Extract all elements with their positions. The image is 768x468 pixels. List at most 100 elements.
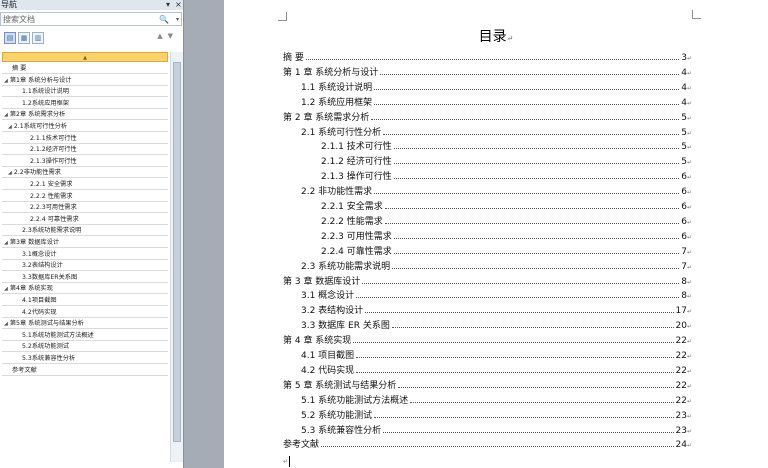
toc-entry-label: 3.1 概念设计 <box>301 291 355 302</box>
nav-heading-item[interactable]: 5.2系统功能测试 <box>2 342 168 353</box>
nav-heading-label: 第1章 系统分析与设计 <box>9 76 72 84</box>
expand-triangle-icon[interactable]: ◢ <box>4 112 8 118</box>
down-arrow-icon[interactable]: ▼ <box>168 32 178 40</box>
nav-heading-item[interactable]: 2.3系统功能需求说明 <box>2 226 168 237</box>
toc-leader-dots <box>391 327 674 329</box>
paragraph-mark: ↵ <box>686 99 692 107</box>
toc-leader-dots <box>365 312 674 314</box>
nav-heading-item[interactable]: ◢ 第5章 系统测试与结果分析 <box>2 319 168 330</box>
toc-entry[interactable]: 5.2 系统功能测试 23 ↵ <box>283 410 692 423</box>
chevron-down-icon[interactable]: ▾ <box>166 0 170 10</box>
nav-heading-item[interactable]: 1.1系统设计说明 <box>2 87 168 98</box>
tab-results-icon[interactable]: ▥ <box>32 32 44 44</box>
tab-headings-icon[interactable]: ▤ <box>4 32 16 44</box>
expand-triangle-icon[interactable]: ◢ <box>4 286 8 292</box>
toc-entry-label: 2.2 非功能性需求 <box>301 187 373 198</box>
close-icon[interactable]: × <box>175 0 182 10</box>
nav-heading-item[interactable]: ◢ 2.1系统可行性分析 <box>2 122 168 132</box>
toc-entry[interactable]: 4.1 项目截图 22 ↵ <box>283 350 692 363</box>
nav-heading-item[interactable]: 2.2.3可用性需求 <box>2 203 168 214</box>
toc-entry[interactable]: 3.3 数据库 ER 关系图 20 ↵ <box>283 320 692 333</box>
tab-pages-icon[interactable]: ▦ <box>18 32 30 44</box>
nav-heading-label: 参考文献 <box>12 366 37 374</box>
expand-triangle-icon[interactable]: ◢ <box>4 240 8 246</box>
expand-triangle-icon[interactable]: ◢ <box>8 170 12 176</box>
nav-heading-item[interactable]: 1.2系统应用框架 <box>2 99 168 109</box>
nav-heading-item[interactable]: 2.1.3操作可行性 <box>2 157 168 167</box>
toc-leader-dots <box>371 118 680 120</box>
toc-entry[interactable]: 2.2.3 可用性需求 6 ↵ <box>283 231 692 244</box>
toc-entry[interactable]: 2.2.4 可靠性需求 7 ↵ <box>283 246 692 259</box>
toc-page-number: 6 <box>681 172 687 183</box>
nav-heading-item[interactable]: 2.2.4 可靠性需求 <box>2 215 168 225</box>
toc-entry[interactable]: 2.2 非功能性需求 6 ↵ <box>283 186 692 199</box>
toc-entry[interactable]: 3.1 概念设计 8 ↵ <box>283 290 692 303</box>
toc-entry[interactable]: 第 2 章 系统需求分析 5 ↵ <box>283 112 692 125</box>
toc-entry[interactable]: 2.1.2 经济可行性 5 ↵ <box>283 156 692 169</box>
search-dropdown-icon[interactable]: ▾ <box>176 14 179 25</box>
nav-heading-item[interactable]: ◢ 2.2非功能性需求 <box>2 168 168 179</box>
toc-leader-dots <box>356 357 674 358</box>
nav-heading-item[interactable]: 2.1.2经济可行性 <box>2 145 168 156</box>
selected-heading-bar[interactable]: ▲ <box>2 52 168 62</box>
toc-entry-label: 3.3 数据库 ER 关系图 <box>301 321 390 332</box>
toc-entry[interactable]: 2.1.3 操作可行性 6 ↵ <box>283 171 692 184</box>
toc-entry[interactable]: 3.2 表结构设计 17 ↵ <box>283 305 692 318</box>
toc-page-number: 22 <box>675 395 687 406</box>
paragraph-mark: ↵ <box>686 278 692 286</box>
toc-entry-label: 4.1 项目截图 <box>301 351 355 361</box>
toc-entry[interactable]: 1.2 系统应用框架 4 ↵ <box>283 97 692 110</box>
toc-entry-label: 2.1.2 经济可行性 <box>321 157 392 168</box>
toc-entry[interactable]: 5.3 系统兼容性分析 23 ↵ <box>283 425 692 438</box>
toc-entry[interactable]: 2.1.1 技术可行性 5 ↵ <box>283 141 692 154</box>
paragraph-mark: ↵ <box>686 442 692 450</box>
nav-heading-item[interactable]: 3.1概念设计 <box>2 250 168 260</box>
toc-leader-dots <box>410 401 674 403</box>
nav-heading-item[interactable]: 摘 要 <box>2 64 168 74</box>
scroll-thumb[interactable] <box>173 62 181 442</box>
nav-heading-item[interactable]: 3.2表结构设计 <box>2 261 168 272</box>
collapse-icon[interactable]: ▲ <box>3 53 167 63</box>
search-input[interactable]: 搜索文档 🔍 ▾ <box>0 12 182 26</box>
nav-heading-item[interactable]: ◢ 第4章 系统实现 <box>2 284 168 295</box>
toc-entry[interactable]: 1.1 系统设计说明 4 ↵ <box>283 82 692 95</box>
paragraph-mark: ↵ <box>686 218 692 226</box>
toc-entry[interactable]: 第 4 章 系统实现 22 ↵ <box>283 335 692 348</box>
toc-page-number: 5 <box>681 157 687 168</box>
nav-heading-item[interactable]: 2.2.1 安全需求 <box>2 180 168 190</box>
nav-heading-item[interactable]: 4.1项目截图 <box>2 296 168 306</box>
toc-entry[interactable]: 5.1 系统功能测试方法概述 22 ↵ <box>283 395 692 408</box>
nav-heading-item[interactable]: ◢ 第3章 数据库设计 <box>2 238 168 248</box>
nav-heading-item[interactable]: 3.3数据库ER关系图 <box>2 273 168 283</box>
toc-entry[interactable]: 第 5 章 系统测试与结果分析 22 ↵ <box>283 380 692 393</box>
toc-entry-label: 第 5 章 系统测试与结果分析 <box>283 380 397 391</box>
toc-entry[interactable]: 2.3 系统功能需求说明 7 ↵ <box>283 261 692 274</box>
toc-entry-label: 2.1.3 操作可行性 <box>321 172 392 183</box>
nav-heading-item[interactable]: 2.1.1技术可行性 <box>2 134 168 144</box>
toc-entry[interactable]: 4.2 代码实现 22 ↵ <box>283 365 692 378</box>
toc-entry[interactable]: 参考文献 24 ↵ <box>283 439 692 452</box>
nav-heading-item[interactable]: 参考文献 <box>2 366 168 376</box>
up-arrow-icon[interactable]: ▲ <box>157 32 167 40</box>
toc-entry-label: 参考文献 <box>283 440 320 451</box>
nav-heading-item[interactable]: 5.1系统功能测试方法概述 <box>2 331 168 341</box>
nav-heading-item[interactable]: 5.3系统兼容性分析 <box>2 354 168 364</box>
nav-heading-item[interactable]: 4.2代码实现 <box>2 308 168 318</box>
toc-entry[interactable]: 第 3 章 数据库设计 8 ↵ <box>283 276 692 289</box>
toc-entry[interactable]: 第 1 章 系统分析与设计 4 ↵ <box>283 67 692 80</box>
toc-entry[interactable]: 2.2.1 安全需求 6 ↵ <box>283 201 692 214</box>
nav-heading-item[interactable]: ◢ 第1章 系统分析与设计 <box>2 76 168 86</box>
search-icon[interactable]: 🔍 <box>159 14 169 25</box>
toc-entry-label: 2.2.2 性能需求 <box>321 216 383 227</box>
nav-heading-item[interactable]: 2.2.2 性能需求 <box>2 192 168 202</box>
nav-heading-item[interactable]: ◢ 第2章 系统需求分析 <box>2 110 168 121</box>
paragraph-mark: ↵ <box>686 412 692 420</box>
toc-entry[interactable]: 2.1 系统可行性分析 5 ↵ <box>283 127 692 140</box>
expand-triangle-icon[interactable]: ◢ <box>4 78 8 84</box>
nav-scrollbar[interactable] <box>170 52 183 462</box>
expand-triangle-icon[interactable]: ◢ <box>8 124 12 130</box>
document-page[interactable]: 目录↵ 摘 要 3 ↵ 第 1 章 系统分析与设计 4 ↵ 1.1 系统设计说明 4 ↵ 1.2 … <box>224 0 768 468</box>
toc-entry[interactable]: 摘 要 3 ↵ <box>283 52 692 65</box>
expand-triangle-icon[interactable]: ◢ <box>4 321 8 327</box>
toc-entry[interactable]: 2.2.2 性能需求 6 ↵ <box>283 216 692 229</box>
